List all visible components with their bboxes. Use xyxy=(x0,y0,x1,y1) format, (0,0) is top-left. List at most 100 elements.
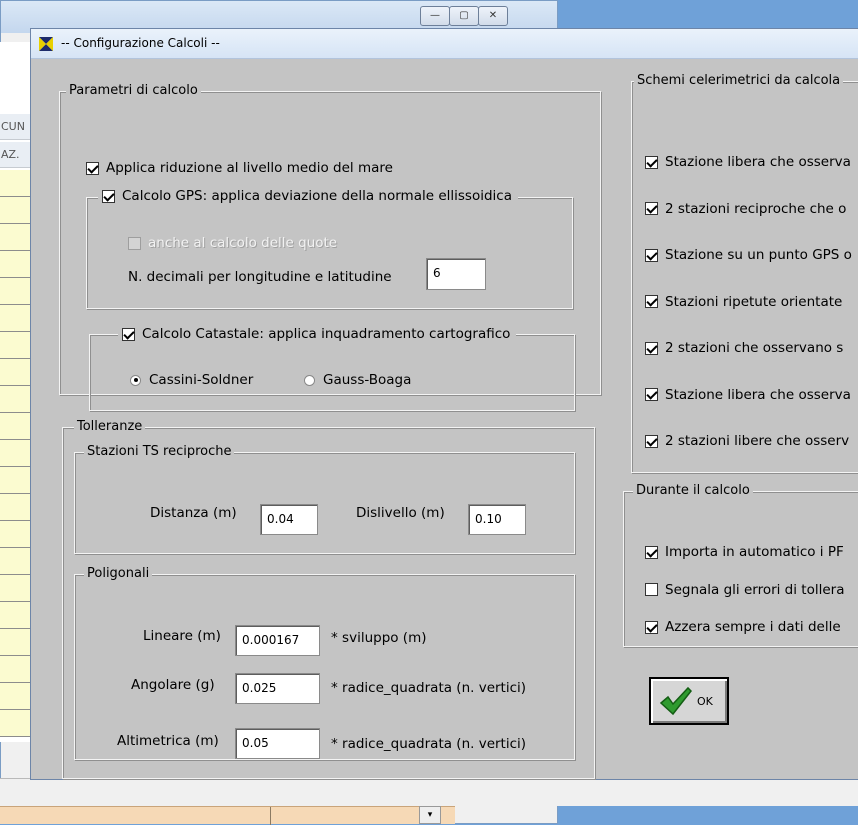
radio-gauss-boaga[interactable]: Gauss-Boaga xyxy=(304,372,411,388)
lineare-suffix: * sviluppo (m) xyxy=(331,630,427,646)
checkbox-box[interactable] xyxy=(645,583,658,596)
dialog-body: Parametri di calcolo Applica riduzione a… xyxy=(31,59,858,779)
gps-checkbox[interactable]: Calcolo GPS: applica deviazione della no… xyxy=(98,187,518,205)
altimetrica-input[interactable]: 0.05 xyxy=(235,728,320,759)
maximize-button[interactable]: ▢ xyxy=(449,6,479,26)
grid-row[interactable] xyxy=(0,683,32,710)
radio-cassini-soldner[interactable]: Cassini-Soldner xyxy=(130,372,253,388)
durante-item-label: Segnala gli errori di tollera xyxy=(665,581,845,598)
scroll-down-icon[interactable]: ▾ xyxy=(419,806,441,824)
ts-reciproche-group: Stazioni TS reciproche xyxy=(74,444,575,554)
checkbox-box[interactable] xyxy=(645,155,658,169)
decimali-value: 6 xyxy=(433,266,441,280)
schemi-item-label: 2 stazioni reciproche che o xyxy=(665,200,847,217)
schemi-item-label: Stazione su un punto GPS o xyxy=(665,247,852,263)
riduzione-checkbox[interactable]: Applica riduzione al livello medio del m… xyxy=(86,159,393,177)
minimize-button[interactable]: — xyxy=(420,6,450,26)
angolare-input[interactable]: 0.025 xyxy=(235,673,320,704)
schemi-item-3[interactable]: Stazioni ripetute orientate xyxy=(645,293,842,311)
checkbox-box[interactable] xyxy=(645,620,658,634)
ts-reciproche-legend: Stazioni TS reciproche xyxy=(84,444,235,460)
angolare-value: 0.025 xyxy=(242,681,277,695)
radio-dot[interactable] xyxy=(304,374,315,386)
checkbox-box[interactable] xyxy=(122,327,135,341)
grid-row[interactable] xyxy=(0,602,32,629)
background-bottom-grid-row xyxy=(0,806,455,825)
grid-row[interactable] xyxy=(0,710,32,737)
grid-row[interactable] xyxy=(0,413,32,440)
grid-row[interactable] xyxy=(0,305,32,332)
grid-row[interactable] xyxy=(0,467,32,494)
grid-row[interactable] xyxy=(0,656,32,683)
checkbox-box[interactable] xyxy=(645,388,658,401)
durante-item-label: Importa in automatico i PF xyxy=(665,544,844,560)
schemi-item-4[interactable]: 2 stazioni che osservano s xyxy=(645,339,843,357)
schemi-item-6[interactable]: 2 stazioni libere che osserv xyxy=(645,432,849,450)
checkbox-box[interactable] xyxy=(645,545,658,559)
durante-item-2[interactable]: Azzera sempre i dati delle xyxy=(645,618,841,636)
altimetrica-suffix: * radice_quadrata (n. vertici) xyxy=(331,736,527,752)
checkbox-box[interactable] xyxy=(102,189,115,203)
schemi-item-label: 2 stazioni che osservano s xyxy=(665,340,844,356)
durante-legend: Durante il calcolo xyxy=(633,483,753,499)
checkbox-box[interactable] xyxy=(645,248,658,262)
background-status-bar xyxy=(0,778,858,806)
grid-row[interactable] xyxy=(0,278,32,305)
grid-row[interactable] xyxy=(0,521,32,548)
schemi-item-5[interactable]: Stazione libera che osserva xyxy=(645,386,851,404)
grid-row[interactable] xyxy=(0,548,32,575)
dialog-title: -- Configurazione Calcoli -- xyxy=(61,36,220,50)
riduzione-label: Applica riduzione al livello medio del m… xyxy=(106,160,393,176)
distanza-value: 0.04 xyxy=(267,512,294,526)
grid-row[interactable] xyxy=(0,440,32,467)
decimali-label: N. decimali per longitudine e latitudine xyxy=(128,269,392,285)
schemi-item-2[interactable]: Stazione su un punto GPS o xyxy=(645,246,852,264)
dislivello-value: 0.10 xyxy=(475,512,502,526)
dialog-titlebar[interactable]: -- Configurazione Calcoli -- xyxy=(31,29,858,59)
tolleranze-legend: Tolleranze xyxy=(74,419,146,435)
grid-row[interactable] xyxy=(0,224,32,251)
grid-row[interactable] xyxy=(0,386,32,413)
angolare-suffix: * radice_quadrata (n. vertici) xyxy=(331,680,527,696)
checkbox-box[interactable] xyxy=(645,295,658,308)
grid-row[interactable] xyxy=(0,197,32,224)
checkbox-box[interactable] xyxy=(86,161,99,175)
checkbox-box[interactable] xyxy=(645,202,658,215)
ok-button[interactable]: OK xyxy=(649,677,729,725)
close-button[interactable]: ✕ xyxy=(478,6,508,26)
checkmark-icon xyxy=(659,686,692,716)
angolare-label: Angolare (g) xyxy=(131,677,215,693)
grid-row[interactable] xyxy=(0,575,32,602)
parametri-legend: Parametri di calcolo xyxy=(66,83,201,99)
grid-row[interactable] xyxy=(0,359,32,386)
grid-row[interactable] xyxy=(0,332,32,359)
lineare-input[interactable]: 0.000167 xyxy=(235,625,320,656)
schemi-group: Schemi celerimetrici da calcola xyxy=(631,73,858,473)
distanza-input[interactable]: 0.04 xyxy=(260,504,318,535)
gps-label: Calcolo GPS: applica deviazione della no… xyxy=(122,188,512,204)
grid-row[interactable] xyxy=(0,170,32,197)
checkbox-box[interactable] xyxy=(645,341,658,355)
grid-header-cell: CUN xyxy=(0,114,32,140)
grid-row[interactable] xyxy=(0,629,32,656)
checkbox-box[interactable] xyxy=(128,236,141,250)
grid-row[interactable] xyxy=(0,251,32,278)
catastale-checkbox[interactable]: Calcolo Catastale: applica inquadramento… xyxy=(118,325,517,343)
background-grid: CUN AZ. xyxy=(0,42,32,742)
background-window-controls: — ▢ ✕ xyxy=(420,6,508,28)
dislivello-input[interactable]: 0.10 xyxy=(468,504,526,535)
quote-checkbox[interactable]: anche al calcolo delle quote xyxy=(128,234,337,252)
radio-dot[interactable] xyxy=(130,374,141,386)
grid-row[interactable] xyxy=(0,494,32,521)
durante-item-1[interactable]: Segnala gli errori di tollera xyxy=(645,581,844,599)
dislivello-label: Dislivello (m) xyxy=(356,505,445,521)
schemi-item-1[interactable]: 2 stazioni reciproche che o xyxy=(645,200,846,218)
altimetrica-label: Altimetrica (m) xyxy=(117,733,219,749)
decimali-input[interactable]: 6 xyxy=(426,258,486,290)
schemi-item-label: Stazioni ripetute orientate xyxy=(665,293,843,310)
durante-item-0[interactable]: Importa in automatico i PF xyxy=(645,543,844,561)
schemi-item-0[interactable]: Stazione libera che osserva xyxy=(645,153,851,171)
schemi-legend: Schemi celerimetrici da calcola xyxy=(634,73,844,89)
checkbox-box[interactable] xyxy=(645,434,658,448)
durante-item-label: Azzera sempre i dati delle xyxy=(665,619,841,635)
